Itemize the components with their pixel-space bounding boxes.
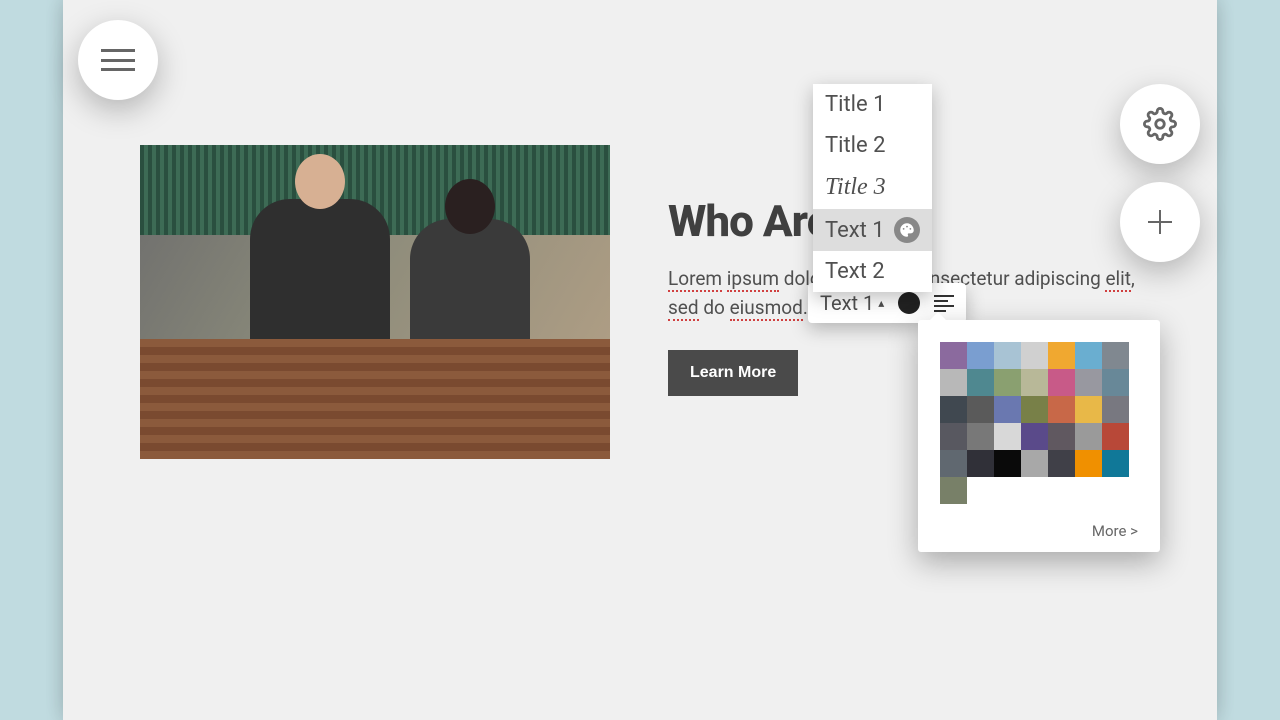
color-swatch[interactable] [994,423,1021,450]
style-option-text1[interactable]: Text 1 [813,209,932,251]
color-swatch[interactable] [967,369,994,396]
color-swatch[interactable] [1048,423,1075,450]
color-swatch[interactable] [967,423,994,450]
hamburger-icon [101,49,135,71]
toolbar-color-button[interactable] [898,292,920,314]
color-swatch[interactable] [1102,342,1129,369]
learn-more-button[interactable]: Learn More [668,350,798,396]
color-swatch[interactable] [1021,396,1048,423]
color-swatch[interactable] [1102,450,1129,477]
style-option-label: Text 1 [825,218,885,243]
color-swatch[interactable] [994,342,1021,369]
style-option-title2[interactable]: Title 2 [813,125,932,166]
color-swatch[interactable] [967,450,994,477]
color-swatches [940,342,1129,504]
color-swatch[interactable] [1048,342,1075,369]
hero-image[interactable] [140,145,610,459]
toolbar-style-select[interactable]: Text 1 ▴ [820,291,884,315]
color-swatch[interactable] [1075,342,1102,369]
color-swatch[interactable] [1021,369,1048,396]
text-style-dropdown[interactable]: Title 1 Title 2 Title 3 Text 1 Text 2 [813,84,932,292]
color-swatch[interactable] [1021,423,1048,450]
color-swatch[interactable] [1048,450,1075,477]
settings-button[interactable] [1120,84,1200,164]
color-swatch[interactable] [1102,396,1129,423]
color-swatch[interactable] [994,450,1021,477]
color-swatch[interactable] [1021,342,1048,369]
gear-icon [1143,107,1177,141]
color-swatch[interactable] [1102,423,1129,450]
color-swatch[interactable] [940,342,967,369]
color-swatch[interactable] [994,396,1021,423]
color-swatch[interactable] [940,396,967,423]
toolbar-align-button[interactable] [934,295,954,312]
plus-icon [1144,206,1176,238]
color-swatch[interactable] [1048,396,1075,423]
color-swatch[interactable] [994,369,1021,396]
menu-button[interactable] [78,20,158,100]
color-swatch[interactable] [940,423,967,450]
color-swatch[interactable] [940,477,967,504]
color-picker-popover: More > [918,320,1160,552]
color-swatch[interactable] [1075,369,1102,396]
color-swatch[interactable] [1048,369,1075,396]
color-swatch[interactable] [940,369,967,396]
color-swatch[interactable] [1075,450,1102,477]
add-button[interactable] [1120,182,1200,262]
color-swatch[interactable] [967,396,994,423]
color-swatch[interactable] [1075,423,1102,450]
toolbar-style-label: Text 1 [820,291,874,315]
color-swatch[interactable] [1021,450,1048,477]
color-swatch[interactable] [1102,369,1129,396]
color-swatch[interactable] [940,450,967,477]
color-swatch[interactable] [967,342,994,369]
palette-icon[interactable] [894,217,920,243]
style-option-text2[interactable]: Text 2 [813,251,932,292]
style-option-title3[interactable]: Title 3 [813,166,932,209]
caret-up-icon: ▴ [878,296,884,310]
style-option-title1[interactable]: Title 1 [813,84,932,125]
color-more-link[interactable]: More > [940,522,1142,540]
color-swatch[interactable] [1075,396,1102,423]
